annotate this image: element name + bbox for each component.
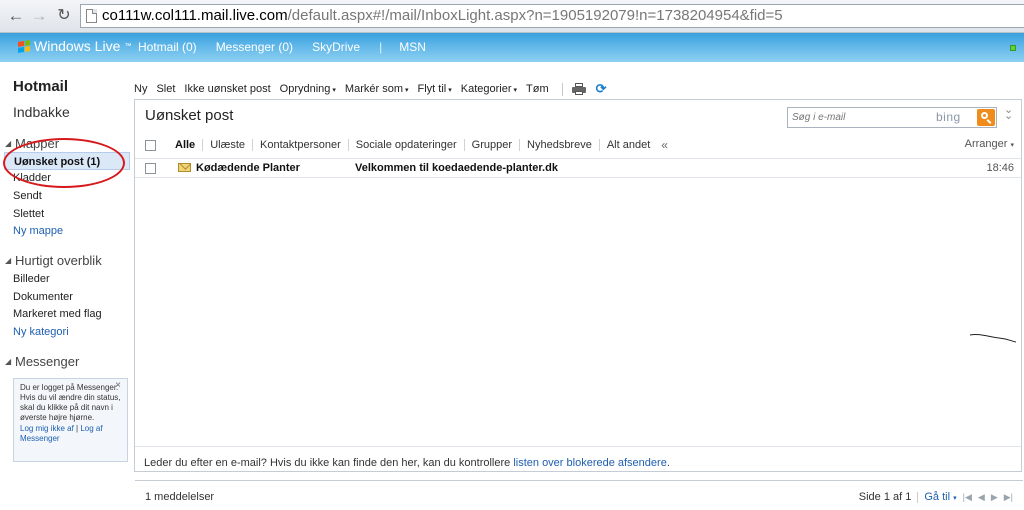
toolbar-divider <box>561 82 563 96</box>
not-junk-button[interactable]: Ikke uønsket post <box>184 83 270 95</box>
collapse-triangle-icon: ◢ <box>5 357 12 366</box>
search-button[interactable] <box>977 109 995 126</box>
page-indicator: Side 1 af 1 <box>858 491 912 503</box>
sidebar-title[interactable]: Hotmail <box>13 78 68 95</box>
nav-msn[interactable]: MSN <box>399 40 426 54</box>
sidebar: Hotmail Indbakke ◢ Mapper Uønsket post (… <box>0 62 133 476</box>
filter-bar: Alle Ulæste Kontaktpersoner Sociale opda… <box>135 136 1021 154</box>
page-icon <box>86 9 97 23</box>
collapse-triangle-icon: ◢ <box>5 256 12 265</box>
nav-hotmail[interactable]: Hotmail (0) <box>138 40 197 54</box>
close-icon[interactable]: × <box>115 381 121 391</box>
empty-button[interactable]: Tøm <box>526 83 549 95</box>
nav-skydrive[interactable]: SkyDrive <box>312 40 360 54</box>
print-icon[interactable] <box>571 83 586 95</box>
mail-toolbar: Ny Slet Ikke uønsket post Oprydning ▾ Mar… <box>134 81 607 97</box>
sweep-menu[interactable]: Oprydning ▾ <box>280 83 336 95</box>
messenger-notice: × Du er logget på Messenger. Hvis du vil… <box>13 378 128 462</box>
filter-everything-else[interactable]: Alt andet <box>598 139 657 151</box>
brand-name: Windows Live <box>34 38 121 54</box>
table-row[interactable]: Kødædende Planter Velkommen til koedaede… <box>135 158 1021 178</box>
search-icon <box>981 112 988 119</box>
browser-toolbar: ← → ↻ co111w.col111.mail.live.com/defaul… <box>0 0 1024 33</box>
new-folder-link[interactable]: Ny mappe <box>13 225 63 237</box>
filter-unread[interactable]: Ulæste <box>202 139 252 151</box>
next-page-icon[interactable]: ▶ <box>991 492 998 503</box>
trademark: ™ <box>124 42 132 50</box>
filter-groups[interactable]: Grupper <box>463 139 519 151</box>
blocked-note-text: Leder du efter en e-mail? Hvis du ikke k… <box>144 457 514 469</box>
annotation-circle <box>3 138 125 188</box>
reload-icon[interactable]: ↻ <box>54 6 74 26</box>
mark-as-menu[interactable]: Markér som ▾ <box>345 83 409 95</box>
windows-live-header: Windows Live ™ Hotmail (0) Messenger (0) … <box>0 33 1024 62</box>
bing-logo: bing <box>936 110 961 124</box>
sidebar-item-documents[interactable]: Dokumenter <box>13 291 73 303</box>
windows-flag-icon <box>18 39 30 53</box>
back-arrow-icon[interactable]: ← <box>6 6 26 26</box>
message-checkbox[interactable] <box>145 163 156 174</box>
search-input[interactable] <box>792 110 932 125</box>
list-footer: 1 meddelelser Side 1 af 1 Gå til ▾ |◀ ◀ … <box>135 480 1023 510</box>
filter-contacts[interactable]: Kontaktpersoner <box>252 139 348 151</box>
online-status-icon[interactable] <box>1010 45 1016 51</box>
blocked-senders-note: Leder du efter en e-mail? Hvis du ikke k… <box>135 446 1021 480</box>
stay-signed-in-link[interactable]: Log mig ikke af <box>20 424 74 433</box>
quick-view-heading[interactable]: ◢ Hurtigt overblik <box>5 253 102 268</box>
message-list-pane: Uønsket post bing ⌄⌄ Alle Ulæste Kontakt… <box>134 99 1023 503</box>
last-page-icon[interactable]: ▶| <box>1004 492 1013 503</box>
new-button[interactable]: Ny <box>134 83 147 95</box>
pen-scribble <box>969 333 1017 343</box>
delete-button[interactable]: Slet <box>156 83 175 95</box>
filter-all[interactable]: Alle <box>175 139 202 151</box>
pager: Side 1 af 1 Gå til ▾ |◀ ◀ ▶ ▶| <box>859 491 1013 503</box>
sidebar-item-sent[interactable]: Sendt <box>13 190 42 202</box>
filters-collapse-icon[interactable]: « <box>661 138 668 152</box>
arrange-menu[interactable]: Arranger ▾ <box>965 138 1014 150</box>
collapse-chevrons-icon[interactable]: ⌄ ⌄ <box>1004 105 1013 122</box>
search-box: bing <box>787 107 997 128</box>
messenger-notice-text: Du er logget på Messenger. Hvis du vil æ… <box>20 383 121 422</box>
move-to-menu[interactable]: Flyt til ▾ <box>418 83 452 95</box>
top-nav: Hotmail (0) Messenger (0) SkyDrive | MSN <box>138 40 445 54</box>
select-all-checkbox[interactable] <box>145 139 156 151</box>
forward-arrow-icon[interactable]: → <box>29 6 49 26</box>
envelope-icon <box>178 163 191 172</box>
main-panel: Ny Slet Ikke uønsket post Oprydning ▾ Mar… <box>134 62 1024 503</box>
categories-menu[interactable]: Kategorier ▾ <box>461 83 517 95</box>
collapse-triangle-icon: ◢ <box>5 139 12 148</box>
message-sender: Kødædende Planter <box>196 162 300 174</box>
first-page-icon[interactable]: |◀ <box>963 492 972 503</box>
blocked-senders-link[interactable]: listen over blokerede afsendere <box>513 457 666 469</box>
new-category-link[interactable]: Ny kategori <box>13 326 69 338</box>
goto-button[interactable]: Gå til ▾ <box>924 491 956 503</box>
filter-newsletters[interactable]: Nyhedsbreve <box>519 139 599 151</box>
url-text: co111w.col111.mail.live.com/default.aspx… <box>102 7 783 24</box>
sidebar-item-inbox[interactable]: Indbakke <box>13 104 70 120</box>
nav-messenger[interactable]: Messenger (0) <box>216 40 293 54</box>
filter-social[interactable]: Sociale opdateringer <box>347 139 464 151</box>
nav-separator: | <box>379 40 383 54</box>
address-bar[interactable]: co111w.col111.mail.live.com/default.aspx… <box>80 4 1024 28</box>
sidebar-item-deleted[interactable]: Slettet <box>13 208 44 220</box>
message-count: 1 meddelelser <box>145 491 215 503</box>
sidebar-item-photos[interactable]: Billeder <box>13 273 50 285</box>
message-subject: Velkommen til koedaedende-planter.dk <box>355 162 558 174</box>
prev-page-icon[interactable]: ◀ <box>978 492 985 503</box>
messenger-heading[interactable]: ◢ Messenger <box>5 354 79 369</box>
refresh-icon[interactable]: ⟳ <box>596 81 607 97</box>
windows-live-logo[interactable]: Windows Live ™ <box>18 38 131 54</box>
folder-title: Uønsket post <box>145 107 234 124</box>
link-separator: | <box>76 424 79 433</box>
sidebar-item-flagged[interactable]: Markeret med flag <box>13 308 102 320</box>
message-time: 18:46 <box>986 162 1014 174</box>
